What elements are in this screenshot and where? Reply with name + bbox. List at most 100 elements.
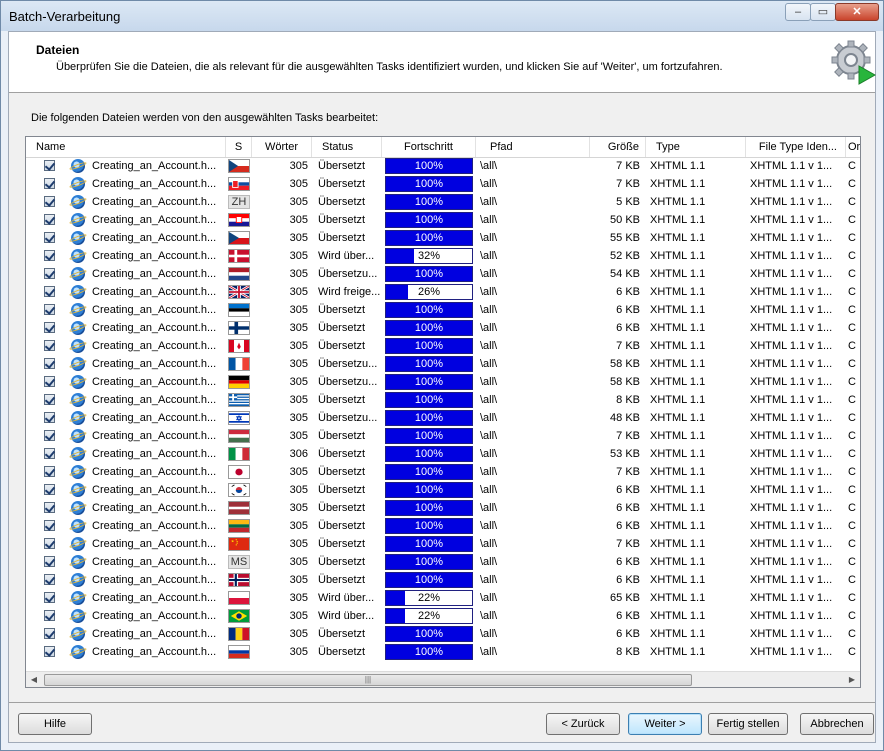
table-row[interactable]: Creating_an_Account.h... 305 Übersetzt 100%… (26, 157, 860, 175)
vertical-scrollbar[interactable]: ▲ ▼ (860, 137, 861, 671)
row-checkbox[interactable] (44, 160, 55, 171)
table-row[interactable]: Creating_an_Account.h... 305 Übersetzt 100%… (26, 211, 860, 229)
table-row[interactable]: Creating_an_Account.h... 305 Übersetzt 100%… (26, 571, 860, 589)
column-header-status[interactable]: Status (312, 137, 382, 157)
progress-label: 26% (417, 286, 441, 298)
file-origin: C (848, 610, 856, 622)
row-checkbox[interactable] (44, 358, 55, 369)
row-checkbox[interactable] (44, 646, 55, 657)
file-type: XHTML 1.1 (650, 250, 706, 262)
row-checkbox[interactable] (44, 484, 55, 495)
flag-no-icon (228, 573, 250, 587)
row-checkbox[interactable] (44, 304, 55, 315)
table-row[interactable]: Creating_an_Account.h... 305 Übersetzt 100%… (26, 337, 860, 355)
row-checkbox[interactable] (44, 340, 55, 351)
file-origin: C (848, 376, 856, 388)
row-checkbox[interactable] (44, 448, 55, 459)
row-checkbox[interactable] (44, 250, 55, 261)
progress-label: 32% (417, 250, 441, 262)
row-checkbox[interactable] (44, 178, 55, 189)
file-status: Übersetzt (318, 304, 366, 316)
table-row[interactable]: Creating_an_Account.h... 305 Übersetzt 100%… (26, 499, 860, 517)
column-header-s[interactable]: S (226, 137, 252, 157)
table-row[interactable]: Creating_an_Account.h... 306 Übersetzt 100%… (26, 445, 860, 463)
flag-br-icon (228, 609, 250, 623)
table-row[interactable]: Creating_an_Account.h... 305 Übersetzu... 1… (26, 265, 860, 283)
file-size: 7 KB (616, 430, 640, 442)
row-checkbox[interactable] (44, 232, 55, 243)
table-row[interactable]: Creating_an_Account.h... 305 Übersetzt 100%… (26, 481, 860, 499)
minimize-button[interactable]: ‒ (785, 3, 811, 21)
close-button[interactable]: ✕ (835, 3, 879, 21)
horizontal-scroll-thumb[interactable]: ||| (44, 674, 692, 686)
table-row[interactable]: Creating_an_Account.h... 305 Übersetzt 100%… (26, 319, 860, 337)
file-name: Creating_an_Account.h... (92, 484, 217, 496)
maximize-button[interactable]: ▭ (810, 3, 836, 21)
next-button[interactable]: Weiter > (628, 713, 702, 735)
title-bar[interactable]: Batch-Verarbeitung ‒ ▭ ✕ (1, 1, 883, 31)
cancel-button[interactable]: Abbrechen (800, 713, 874, 735)
row-checkbox[interactable] (44, 610, 55, 621)
file-name: Creating_an_Account.h... (92, 448, 217, 460)
progress-bar: 100% (385, 212, 473, 228)
row-checkbox[interactable] (44, 466, 55, 477)
row-checkbox[interactable] (44, 430, 55, 441)
table-row[interactable]: Creating_an_Account.h... 305 Übersetzt 100%… (26, 301, 860, 319)
table-row[interactable]: Creating_an_Account.h... 305 Wird freige..… (26, 283, 860, 301)
table-row[interactable]: Creating_an_Account.h... 305 Übersetzu... 1… (26, 409, 860, 427)
table-row[interactable]: Creating_an_Account.h... 305 Wird über... 2… (26, 589, 860, 607)
table-row[interactable]: Creating_an_Account.h... 305 Übersetzu... 1… (26, 373, 860, 391)
table-row[interactable]: Creating_an_Account.h... ZH 305 Übersetzt 10… (26, 193, 860, 211)
back-button[interactable]: < Zurück (546, 713, 620, 735)
scroll-left-icon[interactable]: ◀ (26, 672, 42, 687)
row-checkbox[interactable] (44, 556, 55, 567)
column-header-origin[interactable]: Ori (846, 137, 860, 157)
table-row[interactable]: Creating_an_Account.h... 305 Übersetzt 100%… (26, 625, 860, 643)
column-header-file-type-id[interactable]: File Type Iden... (746, 137, 846, 157)
row-checkbox[interactable] (44, 538, 55, 549)
column-header-words[interactable]: Wörter (252, 137, 312, 157)
table-row[interactable]: Creating_an_Account.h... 305 Übersetzt 100%… (26, 427, 860, 445)
row-checkbox[interactable] (44, 628, 55, 639)
file-type: XHTML 1.1 (650, 574, 706, 586)
row-checkbox[interactable] (44, 412, 55, 423)
row-checkbox[interactable] (44, 376, 55, 387)
word-count: 305 (289, 412, 308, 424)
file-name: Creating_an_Account.h... (92, 286, 217, 298)
column-header-type[interactable]: Type (646, 137, 746, 157)
table-row[interactable]: Creating_an_Account.h... 305 Übersetzt 100%… (26, 463, 860, 481)
row-checkbox[interactable] (44, 268, 55, 279)
table-row[interactable]: Creating_an_Account.h... 305 Übersetzt 100%… (26, 517, 860, 535)
table-row[interactable]: Creating_an_Account.h... 305 Übersetzt 100%… (26, 229, 860, 247)
ie-html-file-icon (71, 213, 85, 227)
file-origin: C (848, 448, 856, 460)
row-checkbox[interactable] (44, 196, 55, 207)
table-row[interactable]: Creating_an_Account.h... 305 Übersetzt 100%… (26, 391, 860, 409)
finish-button[interactable]: Fertig stellen (708, 713, 788, 735)
row-checkbox[interactable] (44, 214, 55, 225)
help-button[interactable]: Hilfe (18, 713, 92, 735)
table-row[interactable]: Creating_an_Account.h... 305 Übersetzt 100%… (26, 535, 860, 553)
file-name: Creating_an_Account.h... (92, 430, 217, 442)
table-row[interactable]: Creating_an_Account.h... MS 305 Übersetzt 10… (26, 553, 860, 571)
horizontal-scrollbar[interactable]: ◀ ||| ▶ (26, 671, 860, 687)
row-checkbox[interactable] (44, 592, 55, 603)
progress-label: 100% (414, 538, 444, 550)
table-row[interactable]: Creating_an_Account.h... 305 Übersetzt 100%… (26, 175, 860, 193)
table-row[interactable]: Creating_an_Account.h... 305 Übersetzt 100%… (26, 643, 860, 661)
column-header-progress[interactable]: Fortschritt (382, 137, 476, 157)
row-checkbox[interactable] (44, 574, 55, 585)
row-checkbox[interactable] (44, 286, 55, 297)
table-row[interactable]: Creating_an_Account.h... 305 Wird über... 3… (26, 247, 860, 265)
column-header-size[interactable]: Größe (590, 137, 646, 157)
table-row[interactable]: Creating_an_Account.h... 305 Übersetzu... 1… (26, 355, 860, 373)
column-header-name[interactable]: Name (26, 137, 226, 157)
table-row[interactable]: Creating_an_Account.h... 305 Wird über... 2… (26, 607, 860, 625)
column-header-path[interactable]: Pfad (476, 137, 590, 157)
row-checkbox[interactable] (44, 520, 55, 531)
row-checkbox[interactable] (44, 394, 55, 405)
scroll-right-icon[interactable]: ▶ (844, 672, 860, 687)
row-checkbox[interactable] (44, 322, 55, 333)
file-type-identifier: XHTML 1.1 v 1... (750, 466, 833, 478)
row-checkbox[interactable] (44, 502, 55, 513)
